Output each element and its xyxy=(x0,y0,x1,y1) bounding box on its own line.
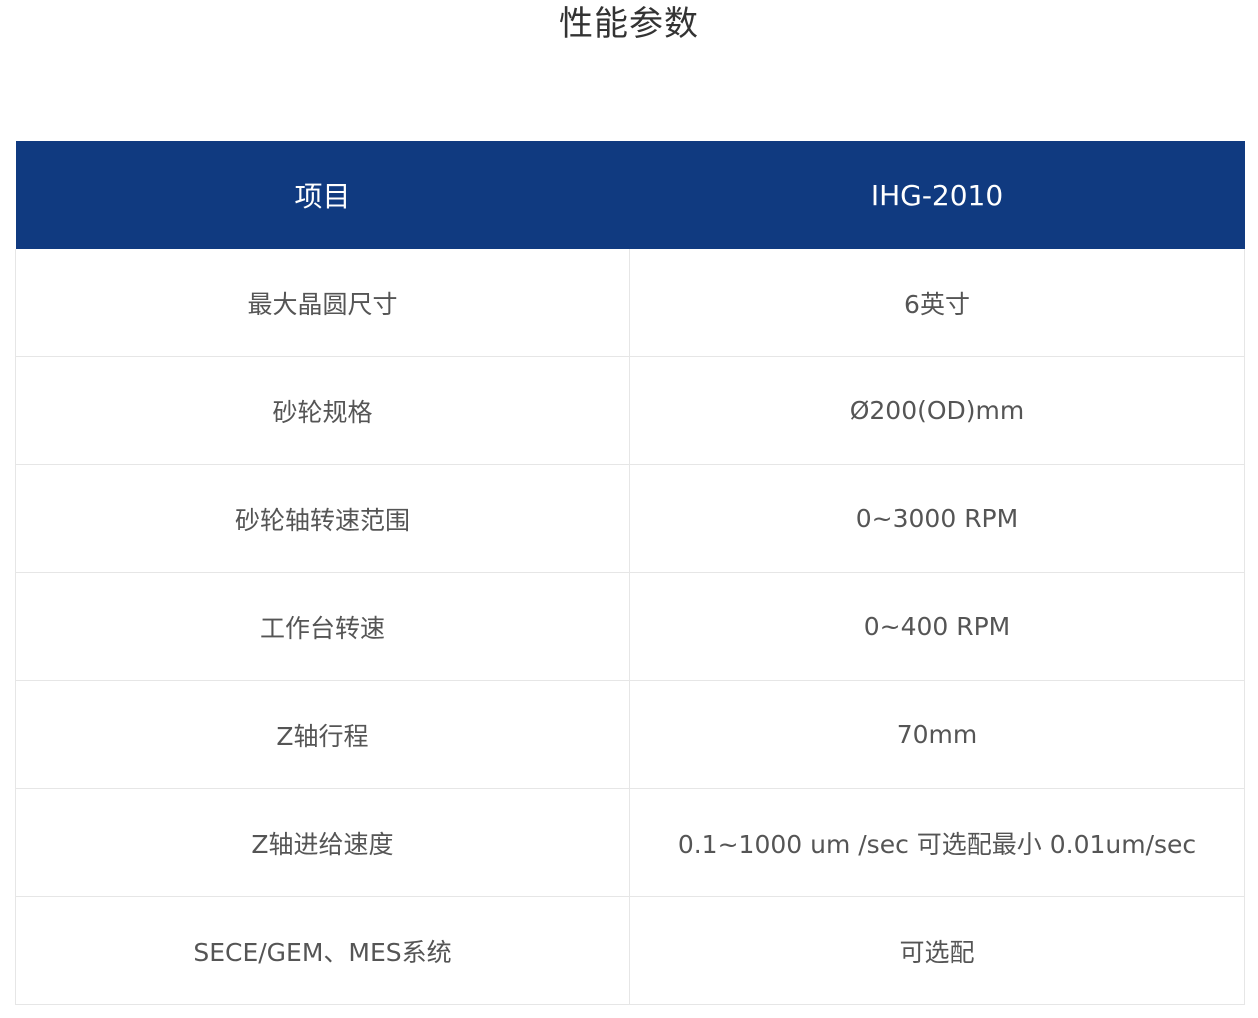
table-header: 项目 IHG-2010 xyxy=(15,141,1245,249)
row-value: 可选配 xyxy=(629,896,1245,1005)
row-value: 0.1~1000 um /sec 可选配最小 0.01um/sec xyxy=(629,788,1245,897)
table-row: 砂轮规格 Ø200(OD)mm xyxy=(15,356,1245,465)
table-body: 最大晶圆尺寸 6英寸 砂轮规格 Ø200(OD)mm 砂轮轴转速范围 0~300… xyxy=(15,249,1245,1005)
table-row: SECE/GEM、MES系统 可选配 xyxy=(15,896,1245,1005)
row-value: 0~400 RPM xyxy=(629,572,1245,681)
header-model: IHG-2010 xyxy=(629,141,1245,249)
row-value: 6英寸 xyxy=(629,249,1245,357)
header-item: 项目 xyxy=(15,141,630,249)
row-label: 砂轮规格 xyxy=(15,356,630,465)
header-row: 项目 IHG-2010 xyxy=(15,141,1245,249)
table-row: 工作台转速 0~400 RPM xyxy=(15,572,1245,681)
row-label: 砂轮轴转速范围 xyxy=(15,464,630,573)
table-row: Z轴行程 70mm xyxy=(15,680,1245,789)
table-row: 砂轮轴转速范围 0~3000 RPM xyxy=(15,464,1245,573)
row-label: 工作台转速 xyxy=(15,572,630,681)
table-row: 最大晶圆尺寸 6英寸 xyxy=(15,249,1245,357)
row-label: Z轴行程 xyxy=(15,680,630,789)
page-title: 性能参数 xyxy=(559,4,699,44)
row-value: 70mm xyxy=(629,680,1245,789)
row-value: Ø200(OD)mm xyxy=(629,356,1245,465)
row-label: 最大晶圆尺寸 xyxy=(15,249,630,357)
row-value: 0~3000 RPM xyxy=(629,464,1245,573)
spec-table: 项目 IHG-2010 最大晶圆尺寸 6英寸 砂轮规格 Ø200(OD)mm 砂… xyxy=(15,141,1245,1005)
row-label: SECE/GEM、MES系统 xyxy=(15,896,630,1005)
row-label: Z轴进给速度 xyxy=(15,788,630,897)
table-row: Z轴进给速度 0.1~1000 um /sec 可选配最小 0.01um/sec xyxy=(15,788,1245,897)
